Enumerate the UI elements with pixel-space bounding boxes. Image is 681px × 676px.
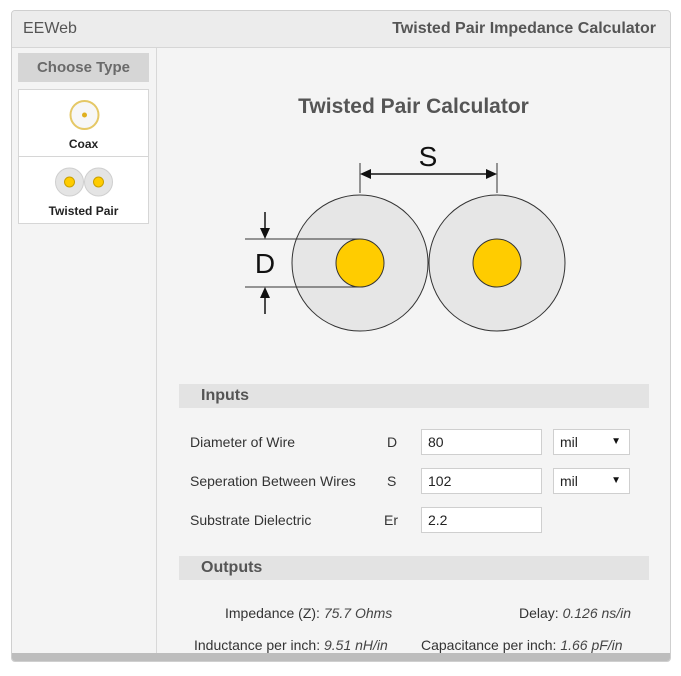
main-panel: Twisted Pair Calculator S D Inputs Diame…	[157, 48, 670, 653]
separation-unit-value: mil	[560, 473, 578, 489]
type-item-coax[interactable]: Coax	[19, 90, 148, 156]
type-item-label: Twisted Pair	[48, 204, 119, 218]
delay-label: Delay:	[519, 605, 559, 621]
type-list: Coax Twisted Pair	[18, 89, 149, 224]
delay-output: Delay: 0.126 ns/in	[519, 605, 631, 621]
inductance-label: Inductance per inch:	[194, 637, 321, 653]
right-wire-conductor	[472, 238, 522, 288]
diameter-arrow-bottom	[260, 287, 270, 298]
inductance-output: Inductance per inch: 9.51 nH/in	[194, 637, 388, 653]
diameter-label: D	[255, 248, 275, 279]
diameter-symbol: D	[387, 434, 398, 450]
coax-icon	[69, 100, 100, 130]
choose-type-heading: Choose Type	[18, 53, 149, 82]
dielectric-symbol: Er	[384, 512, 398, 528]
impedance-value: 75.7 Ohms	[323, 605, 393, 621]
dielectric-label-text: Substrate Dielectric	[190, 512, 312, 528]
diameter-label-text: Diameter of Wire	[190, 434, 296, 450]
inductance-value: 9.51 nH/in	[323, 637, 388, 653]
capacitance-output: Capacitance per inch: 1.66 pF/in	[421, 637, 623, 653]
impedance-output: Impedance (Z): 75.7 Ohms	[225, 605, 392, 621]
app-title: Twisted Pair Impedance Calculator	[392, 20, 656, 37]
spacing-arrow-right	[486, 169, 497, 179]
dropdown-arrow-icon: ▼	[611, 436, 621, 447]
separation-unit-select[interactable]: mil ▼	[553, 468, 630, 494]
diameter-unit-select[interactable]: mil ▼	[553, 429, 630, 455]
calculator-window: EEWeb Twisted Pair Impedance Calculator …	[11, 10, 671, 662]
outputs-heading: Outputs	[179, 556, 649, 580]
brand-label: EEWeb	[23, 20, 77, 37]
dielectric-input[interactable]	[421, 507, 542, 533]
type-item-twisted-pair[interactable]: Twisted Pair	[19, 156, 148, 223]
twisted-pair-icon	[55, 167, 113, 197]
type-item-label: Coax	[68, 137, 99, 151]
impedance-label: Impedance (Z):	[225, 605, 320, 621]
delay-value: 0.126 ns/in	[562, 605, 632, 621]
title-bar: EEWeb Twisted Pair Impedance Calculator	[12, 11, 670, 48]
calculator-title: Twisted Pair Calculator	[298, 95, 529, 118]
diameter-arrow-top	[260, 228, 270, 239]
separation-label-text: Seperation Between Wires	[190, 473, 356, 489]
separation-symbol: S	[387, 473, 397, 489]
spacing-label: S	[419, 141, 438, 172]
capacitance-label: Capacitance per inch:	[421, 637, 557, 653]
left-wire-conductor	[335, 238, 385, 288]
spacing-arrow-left	[360, 169, 371, 179]
inputs-heading: Inputs	[179, 384, 649, 408]
diameter-input[interactable]	[421, 429, 542, 455]
bottom-strip	[12, 653, 670, 661]
diameter-unit-value: mil	[560, 434, 578, 450]
twisted-pair-diagram: S D	[245, 141, 566, 332]
separation-input[interactable]	[421, 468, 542, 494]
dropdown-arrow-icon: ▼	[611, 475, 621, 486]
type-sidebar: Choose Type Coax Twisted Pair	[12, 48, 157, 653]
capacitance-value: 1.66 pF/in	[560, 637, 623, 653]
